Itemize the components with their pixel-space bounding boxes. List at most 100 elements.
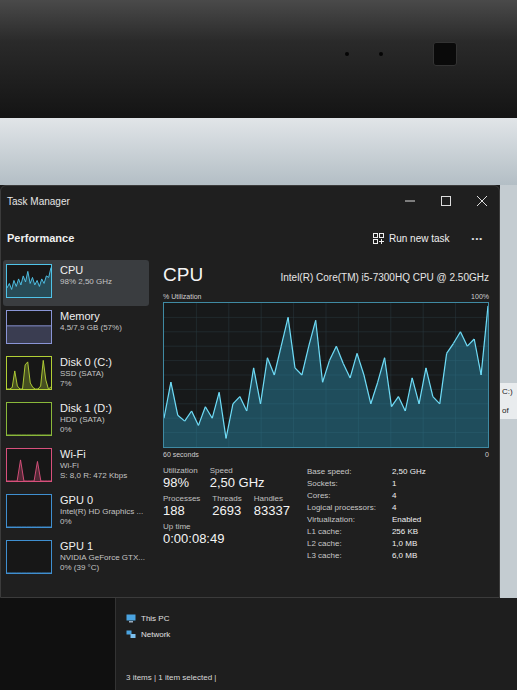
spec-label: L2 cache: [307,538,376,549]
chart-segment [171,382,178,415]
stat-value: 98% [163,475,198,490]
sidebar-item-detail: 98% 2,50 GHz [60,277,112,286]
sidebar-item[interactable]: Disk 1 (D:)HDD (SATA)0% [3,398,149,444]
edge-text: of [502,406,515,415]
sidebar-item-detail: SSD (SATA) [60,369,112,378]
specs: Base speed:2,50 GHzSockets:1Cores:4Logic… [307,466,489,561]
maximize-icon[interactable] [441,196,451,206]
chart-segment [440,353,447,403]
sidebar-item-detail: 0% (39 °C) [60,563,145,572]
header: PerformanceRun new task••• [1,216,499,260]
chart-segment [378,358,385,382]
chart-segment [212,392,219,418]
sidebar-item-name: CPU [60,264,112,276]
sidebar-item-detail: 0% [60,425,112,434]
sidebar-item[interactable]: Wi-FiWi-FiS: 8,0 R: 472 Kbps [3,444,149,490]
task-manager-window: Task ManagerPerformanceRun new task•••CP… [0,185,500,598]
chart-segment [467,339,474,346]
thumbnail-chart [6,540,52,574]
title-bar: Task Manager [1,186,499,216]
sidebar-item-name: GPU 0 [60,494,143,506]
chart-segment [267,358,274,375]
chart-segment [185,411,192,421]
axis-max: 100% [471,293,489,300]
spec-value: 1 [392,478,489,489]
edge-text: C:) [502,387,515,396]
stat-label: Utilization [163,466,198,475]
chart-segment [474,339,481,375]
stat: Handles83337 [254,494,290,518]
nav-item[interactable]: This PC [126,612,509,625]
edge-panel: C:) of [500,383,517,419]
sidebar-item[interactable]: Memory4,5/7,9 GB (57%) [3,306,149,352]
stat: Speed2,50 GHz [210,466,265,490]
sidebar-item-text: GPU 1NVIDIA GeForce GTX...0% (39 °C) [60,540,145,572]
chart-segment [309,320,316,346]
more-button[interactable]: ••• [468,230,487,247]
chart-segment [343,363,350,377]
sidebar-item[interactable]: GPU 0Intel(R) HD Graphics ...0% [3,490,149,536]
spec-value: 1,0 MB [392,538,489,549]
thumbnail-chart [6,264,52,298]
chart-segment [419,368,426,404]
axis-row: % Utilization 100% [163,290,489,302]
stat: Threads2693 [212,494,241,518]
sidebar-item-text: GPU 0Intel(R) HD Graphics ...0% [60,494,143,526]
sidebar-item[interactable]: GPU 1NVIDIA GeForce GTX...0% (39 °C) [3,536,149,582]
stat: Processes188 [163,494,200,518]
stat-value: 83337 [254,503,290,518]
status-bar: 3 items | 1 item selected | [126,673,509,682]
spec-label: L3 cache: [307,550,376,561]
chart-segment [460,332,467,346]
sidebar-item-detail: 7% [60,379,112,388]
chart-segment [454,332,461,344]
background-window-edge: C:) of [500,185,517,598]
sidebar-item-detail: S: 8,0 R: 472 Kbps [60,471,127,480]
sidebar-item-detail: Intel(R) HD Graphics ... [60,507,143,516]
chart-segment [295,368,302,375]
laptop-bezel [0,0,517,118]
stats-row: Processes188 Threads2693 Handles83337 [163,494,299,518]
chart-segment [398,397,405,411]
chart-segment [357,353,364,375]
stat: Up time0:00:08:49 [163,522,224,546]
chart-segment [254,368,261,404]
window-title: Task Manager [7,196,405,207]
run-new-task-button[interactable]: Run new task [367,229,456,248]
stat-value: 188 [163,503,200,518]
sidebar-item-name: Wi-Fi [60,448,127,460]
sidebar-item-detail: 0% [60,517,143,526]
chart-segment [226,404,233,439]
chart-segment [205,407,212,419]
chart-segment [247,368,254,411]
stat: Utilization98% [163,466,198,490]
chart-segment [233,397,240,404]
stats-row: Utilization98% Speed2,50 GHz [163,466,299,490]
chart-segment [350,353,357,377]
chart-segment [481,306,488,375]
close-icon[interactable] [477,196,487,206]
sidebar-item[interactable]: CPU98% 2,50 GHz [3,260,149,306]
cpu-chart [163,302,489,448]
photo-frame: Task ManagerPerformanceRun new task•••CP… [0,0,517,690]
spec-label: Cores: [307,490,376,501]
minimize-icon[interactable] [405,196,415,206]
stat-value: 0:00:08:49 [163,531,224,546]
sidebar-item-name: Disk 1 (D:) [60,402,112,414]
sidebar-item-name: GPU 1 [60,540,145,552]
chart-segment [371,382,378,404]
thumbnail-chart [6,356,52,390]
cpu-header: CPUIntel(R) Core(TM) i5-7300HQ CPU @ 2.5… [163,264,489,290]
nav-list: This PC Network [126,612,509,641]
chart-segment [261,358,268,404]
stat-value: 2,50 GHz [210,475,265,490]
sidebar: CPU98% 2,50 GHzMemory4,5/7,9 GB (57%)Dis… [1,260,153,597]
camera-dot [345,52,349,56]
nav-item[interactable]: Network [126,628,509,641]
cpu-title: CPU [163,264,203,286]
spec-label: Base speed: [307,466,376,477]
chart-segment [164,382,171,418]
sidebar-item[interactable]: Disk 0 (C:)SSD (SATA)7% [3,352,149,398]
axis-label: % Utilization [163,293,202,300]
spec-label: Logical processors: [307,502,376,513]
